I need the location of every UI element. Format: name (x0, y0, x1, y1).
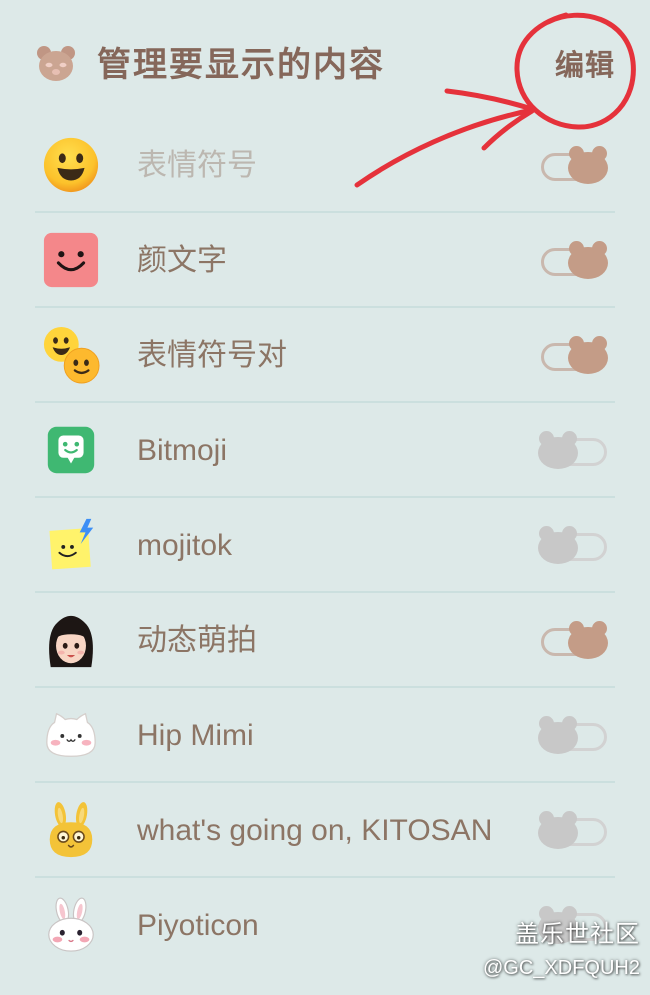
list-item-label: 动态萌拍 (137, 624, 257, 657)
bear-toggle-switch[interactable] (538, 524, 610, 568)
edit-button[interactable]: 编辑 (555, 46, 615, 84)
hip-mimi-cat-icon (42, 706, 100, 764)
bear-knob-icon (568, 146, 608, 184)
kitosan-bunny-icon (42, 801, 100, 859)
bear-knob-icon (568, 621, 608, 659)
bear-toggle-switch[interactable] (538, 619, 610, 663)
kaomoji-face-icon (42, 231, 100, 289)
mojitok-icon (42, 516, 100, 574)
bear-toggle-switch[interactable] (538, 144, 610, 188)
emoji-pair-icon (42, 326, 100, 384)
list-item: 颜文字 (0, 213, 650, 308)
bear-knob-icon (538, 811, 578, 849)
smiley-emoji-icon (42, 136, 100, 194)
list-item: Bitmoji (0, 403, 650, 498)
list-item: Hip Mimi (0, 688, 650, 783)
list-item-label: what's going on, KITOSAN (137, 814, 493, 847)
list-item-label: Hip Mimi (137, 719, 254, 752)
bear-toggle-switch[interactable] (538, 429, 610, 473)
bear-knob-icon (538, 716, 578, 754)
list-item-label: 表情符号对 (137, 339, 287, 372)
bear-toggle-switch[interactable] (538, 239, 610, 283)
bear-knob-icon (538, 431, 578, 469)
list-item-label: Piyoticon (137, 909, 259, 942)
emoji-content-manager: 管理要显示的内容 编辑 表情符号 颜文字 表情符号对 Bitmoji mojit… (0, 0, 650, 995)
list-item: what's going on, KITOSAN (0, 783, 650, 878)
list-item-label: 颜文字 (137, 244, 227, 277)
bear-knob-icon (568, 336, 608, 374)
bear-toggle-switch[interactable] (538, 714, 610, 758)
piyoticon-rabbit-icon (42, 896, 100, 954)
bear-face-icon (36, 44, 76, 82)
watermark-handle: @GC_XDFQUH2 (483, 957, 640, 979)
list-item-label: 表情符号 (137, 149, 257, 182)
bear-toggle-switch[interactable] (538, 809, 610, 853)
page-title: 管理要显示的内容 (97, 45, 385, 85)
list-item: mojitok (0, 498, 650, 593)
list-item-label: Bitmoji (137, 434, 228, 467)
list-item-label: mojitok (137, 529, 233, 562)
bear-knob-icon (568, 241, 608, 279)
list-item: 表情符号对 (0, 308, 650, 403)
content-list: 表情符号 颜文字 表情符号对 Bitmoji mojitok 动态萌拍 Hip … (0, 118, 650, 973)
watermark-title: 盖乐世社区 (515, 920, 640, 948)
bear-toggle-switch[interactable] (538, 334, 610, 378)
list-item: 表情符号 (0, 118, 650, 213)
ar-emoji-avatar-icon (42, 611, 100, 669)
bear-knob-icon (538, 526, 578, 564)
header: 管理要显示的内容 编辑 (0, 0, 650, 118)
bitmoji-icon (42, 421, 100, 479)
list-item: 动态萌拍 (0, 593, 650, 688)
